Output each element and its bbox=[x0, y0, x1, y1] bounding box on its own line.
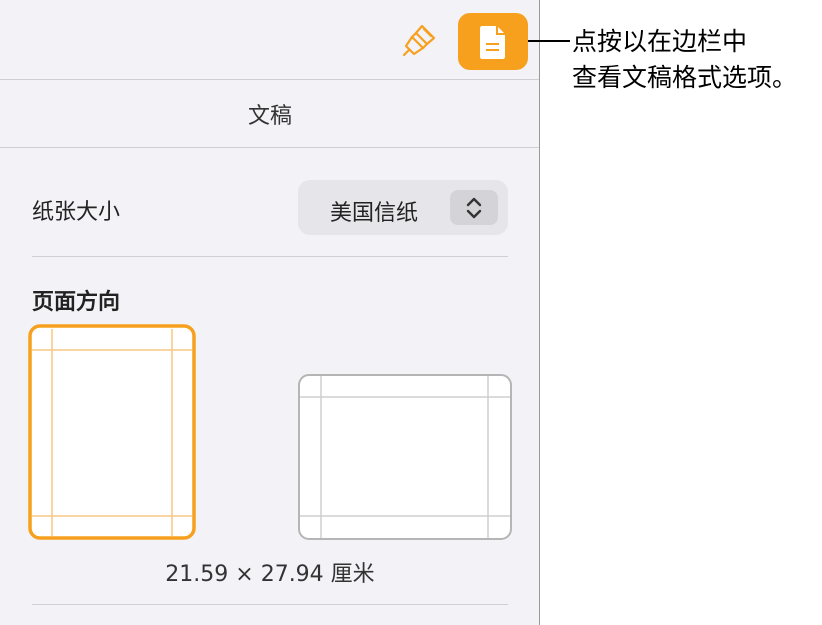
chevron-up-down-icon bbox=[466, 197, 482, 218]
toolbar bbox=[0, 0, 539, 80]
format-button[interactable] bbox=[398, 18, 442, 62]
paintbrush-icon bbox=[402, 24, 436, 57]
paper-size-value: 美国信纸 bbox=[330, 201, 419, 226]
document-sidebar: 文稿 纸张大小 美国信纸 页面方向 21.59 × 27.94 厘米 bbox=[0, 0, 540, 625]
callout-line-2: 查看文稿格式选项。 bbox=[572, 63, 798, 92]
paper-size-select[interactable]: 美国信纸 bbox=[298, 180, 508, 235]
paper-size-stepper[interactable] bbox=[450, 190, 498, 225]
divider bbox=[32, 256, 508, 257]
orientation-landscape-option[interactable] bbox=[297, 373, 513, 545]
callout-text: 点按以在边栏中 查看文稿格式选项。 bbox=[572, 24, 820, 96]
orientation-portrait-option[interactable] bbox=[28, 324, 198, 546]
document-button[interactable] bbox=[458, 13, 528, 70]
callout-leader-line bbox=[528, 40, 570, 42]
sidebar-title: 文稿 bbox=[0, 80, 539, 148]
document-icon bbox=[480, 25, 505, 59]
orientation-label: 页面方向 bbox=[32, 290, 121, 315]
divider bbox=[32, 604, 508, 605]
portrait-page-icon bbox=[28, 324, 196, 540]
paper-dimensions: 21.59 × 27.94 厘米 bbox=[165, 562, 375, 587]
page: 文稿 纸张大小 美国信纸 页面方向 21.59 × 27.94 厘米 点按以在边… bbox=[0, 0, 822, 625]
paper-size-label: 纸张大小 bbox=[32, 200, 121, 225]
callout-line-1: 点按以在边栏中 bbox=[572, 27, 748, 56]
landscape-page-icon bbox=[298, 374, 512, 540]
